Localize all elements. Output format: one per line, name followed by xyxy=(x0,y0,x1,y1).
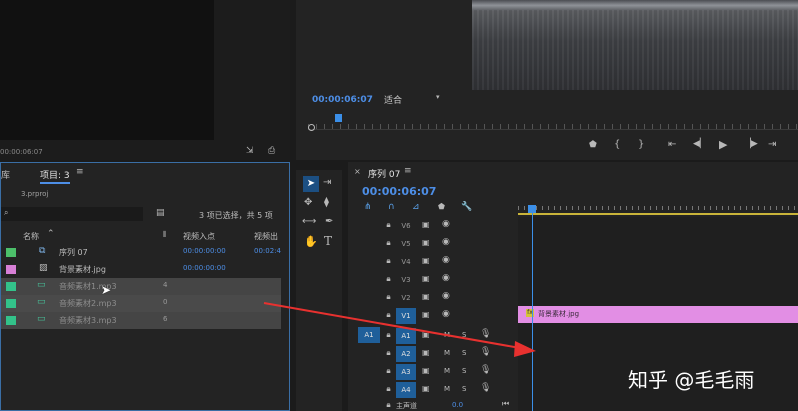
annotation-arrow xyxy=(263,302,536,357)
watermark: 知乎 @毛毛雨 xyxy=(628,368,755,392)
